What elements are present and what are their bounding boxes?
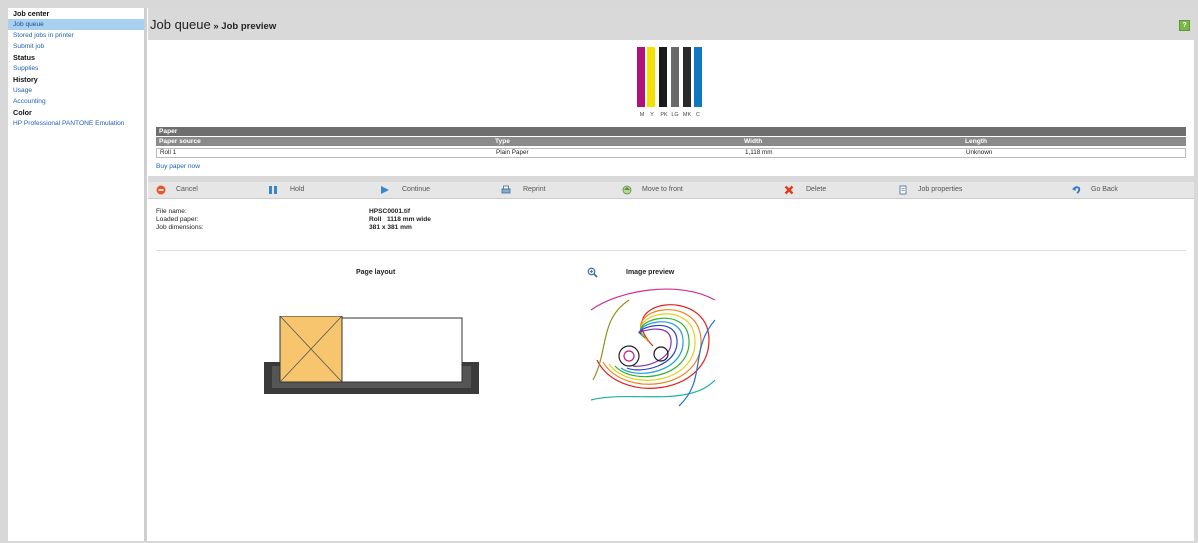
reprint-button[interactable]: Reprint xyxy=(501,182,611,198)
hold-label: Hold xyxy=(290,186,305,193)
paper-section-title: Paper xyxy=(156,127,1186,136)
sidebar-heading-job-center: Job center xyxy=(13,9,50,18)
job-dimensions-label: Job dimensions: xyxy=(156,224,204,231)
ink-label: LG xyxy=(671,112,679,118)
job-toolbar: Cancel Hold Continue Reprint Move to fro… xyxy=(148,182,1194,199)
move-to-front-label: Move to front xyxy=(642,186,683,193)
page-title-sub: Job preview xyxy=(221,21,277,32)
ink-cartridge-matte-black xyxy=(683,47,691,107)
job-dimensions-value: 381 x 381 mm xyxy=(369,224,412,231)
ink-cartridge-magenta xyxy=(637,47,645,107)
cell-length: Unknown xyxy=(966,149,993,156)
sidebar: Job center Job queue Stored jobs in prin… xyxy=(8,8,147,541)
sidebar-heading-color: Color xyxy=(13,108,32,117)
help-button[interactable]: ? xyxy=(1179,20,1190,31)
column-header-width: Width xyxy=(744,138,763,145)
image-preview-caption: Image preview xyxy=(626,269,675,276)
page-title-sep: » xyxy=(210,21,222,32)
file-name-value: HPSC0001.tif xyxy=(369,208,411,215)
ink-label: Y xyxy=(650,112,654,118)
ink-label: PK xyxy=(660,112,668,118)
column-header-paper-source: Paper source xyxy=(159,138,201,145)
ink-label: M xyxy=(639,112,645,118)
page-title-main: Job queue xyxy=(150,17,211,32)
job-properties-button[interactable]: Job properties xyxy=(898,182,1028,198)
reprint-label: Reprint xyxy=(523,186,546,193)
file-name-label: File name: xyxy=(156,208,187,215)
sidebar-heading-history: History xyxy=(13,75,38,84)
sidebar-item-submit-job[interactable]: Submit job xyxy=(8,41,144,52)
delete-icon xyxy=(784,185,794,195)
hold-button[interactable]: Hold xyxy=(268,182,378,198)
cell-width: 1,118 mm xyxy=(745,149,773,156)
cell-type: Plain Paper xyxy=(496,149,529,156)
go-back-label: Go Back xyxy=(1091,186,1118,193)
continue-label: Continue xyxy=(402,186,431,193)
cancel-icon xyxy=(156,185,166,195)
delete-label: Delete xyxy=(806,186,827,193)
move-to-front-button[interactable]: Move to front xyxy=(622,182,742,198)
page-layout-caption: Page layout xyxy=(356,269,396,276)
sidebar-item-pantone-emulation[interactable]: HP Professional PANTONE Emulation xyxy=(8,118,144,129)
continue-button[interactable]: Continue xyxy=(380,182,490,198)
pause-icon xyxy=(269,186,277,194)
cell-paper-source: Roll 1 xyxy=(160,149,177,156)
title-bar: Job queue » Job preview ? xyxy=(148,8,1194,40)
ink-labels: M Y PK LG MK C xyxy=(637,112,717,119)
sidebar-item-usage[interactable]: Usage xyxy=(8,85,144,96)
move-to-front-icon xyxy=(622,185,632,195)
ink-label: C xyxy=(696,112,700,118)
cancel-label: Cancel xyxy=(176,186,198,193)
delete-button[interactable]: Delete xyxy=(784,182,894,198)
go-back-button[interactable]: Go Back xyxy=(1071,182,1181,198)
page-title: Job queue » Job preview xyxy=(150,17,276,32)
printer-icon xyxy=(501,185,511,194)
column-header-length: Length xyxy=(965,138,987,145)
paper-table-header: Paper source Type Width Length xyxy=(156,137,1186,146)
sidebar-item-stored-jobs[interactable]: Stored jobs in printer xyxy=(8,30,144,41)
go-back-icon xyxy=(1072,186,1081,194)
sidebar-item-accounting[interactable]: Accounting xyxy=(8,96,144,107)
main-panel: Job queue » Job preview ? M Y PK LG MK C… xyxy=(148,8,1194,541)
loaded-paper-value: Roll 1118 mm wide xyxy=(369,216,431,223)
ink-cartridge-yellow xyxy=(647,47,655,107)
ink-cartridge-cyan xyxy=(694,47,702,107)
document-icon xyxy=(899,185,907,195)
ink-cartridge-light-gray xyxy=(671,47,679,107)
ink-levels: M Y PK LG MK C xyxy=(148,40,1194,126)
image-preview-thumbnail xyxy=(589,280,717,410)
ink-label: MK xyxy=(682,112,692,118)
column-header-type: Type xyxy=(495,138,510,145)
page-layout-diagram xyxy=(264,316,479,394)
table-row: Roll 1 Plain Paper 1,118 mm Unknown xyxy=(156,148,1186,158)
ink-cartridge-photo-black xyxy=(659,47,667,107)
sidebar-item-job-queue[interactable]: Job queue xyxy=(8,19,144,30)
zoom-icon[interactable] xyxy=(587,267,598,278)
loaded-paper-label: Loaded paper: xyxy=(156,216,199,223)
cancel-button[interactable]: Cancel xyxy=(156,182,266,198)
sidebar-heading-status: Status xyxy=(13,53,35,62)
divider xyxy=(156,250,1186,251)
play-icon xyxy=(381,186,389,194)
sidebar-item-supplies[interactable]: Supplies xyxy=(8,63,144,74)
job-properties-label: Job properties xyxy=(918,186,963,193)
buy-paper-link[interactable]: Buy paper now xyxy=(156,163,200,170)
